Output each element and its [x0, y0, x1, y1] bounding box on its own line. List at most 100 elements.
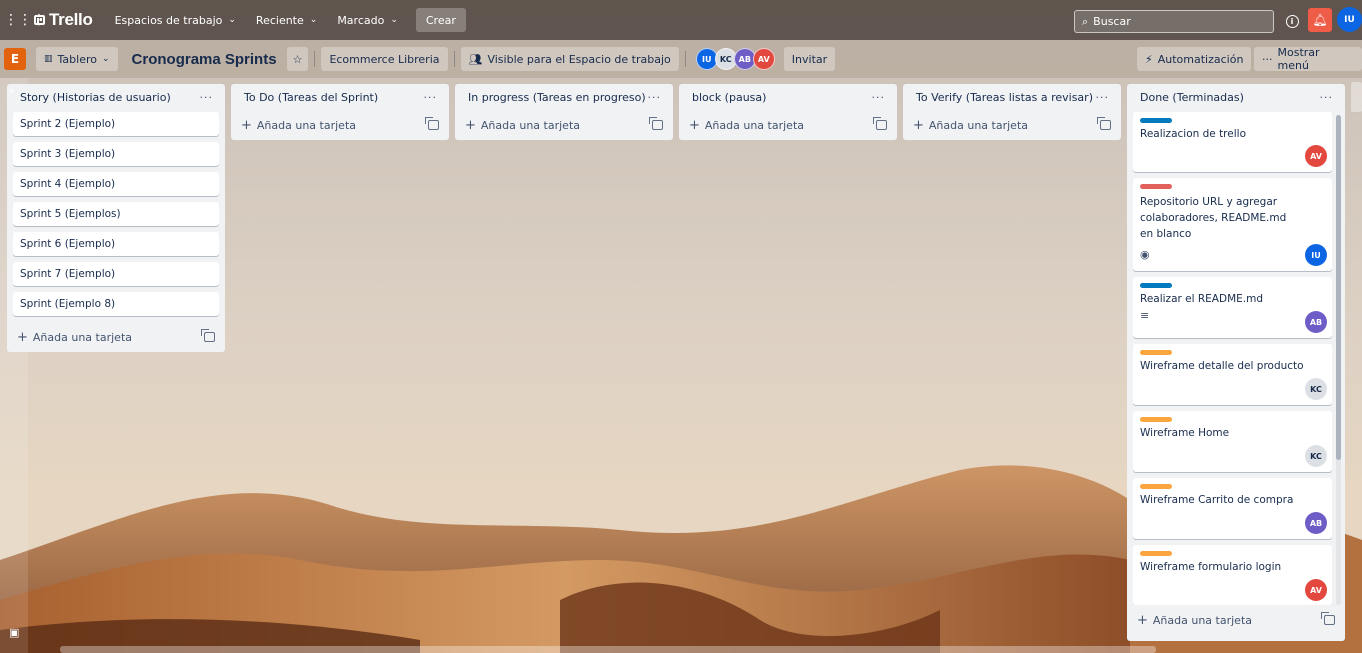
card-member-avatar[interactable]: KC	[1305, 445, 1327, 467]
list-menu-icon[interactable]: ···	[648, 91, 662, 104]
board-title[interactable]: Cronograma Sprints	[132, 51, 277, 68]
view-switcher-button[interactable]: ▥ Tablero ⌄	[36, 47, 118, 71]
card[interactable]: Sprint 6 (Ejemplo)	[13, 232, 219, 256]
card-member-avatar[interactable]: AB	[1305, 512, 1327, 534]
eye-icon: ◉	[1140, 248, 1150, 261]
card[interactable]: Sprint 3 (Ejemplo)	[13, 142, 219, 166]
top-navigation: ⋮⋮⋮ Trello Espacios de trabajo ⌄ Recient…	[0, 0, 1362, 40]
card-label	[1140, 551, 1172, 556]
card[interactable]: Wireframe formulario login AV	[1133, 545, 1332, 605]
people-icon: 👥︎	[468, 52, 483, 66]
card[interactable]: Wireframe Home KC	[1133, 411, 1332, 472]
expand-sidebar-icon[interactable]: »	[8, 84, 15, 97]
card-title: Wireframe detalle del producto	[1140, 360, 1304, 372]
card-title: Sprint 5 (Ejemplos)	[20, 208, 121, 220]
card-member-avatar[interactable]: AV	[1305, 579, 1327, 601]
template-card-icon[interactable]	[201, 329, 215, 342]
card[interactable]: Sprint 2 (Ejemplo)	[13, 112, 219, 136]
chevron-down-icon: ⌄	[228, 15, 236, 25]
show-menu-button[interactable]: ··· Mostrar menú	[1254, 46, 1362, 72]
chevron-down-icon: ⌄	[309, 15, 318, 25]
card[interactable]: Sprint 4 (Ejemplo)	[13, 172, 219, 196]
card[interactable]: Sprint (Ejemplo 8)	[13, 292, 219, 316]
template-card-icon[interactable]	[1321, 612, 1335, 625]
trello-logo-text: Trello	[49, 10, 93, 29]
list-scrollbar-thumb[interactable]	[1336, 115, 1341, 460]
list-header[interactable]: Done (Terminadas) ···	[1127, 84, 1345, 110]
list-menu-icon[interactable]: ···	[200, 91, 214, 104]
board-scroll-handle[interactable]	[1351, 82, 1362, 112]
card-title: Realizacion de trello	[1140, 128, 1246, 140]
list-title[interactable]: In progress (Tareas en progreso)	[468, 91, 646, 104]
chevron-down-icon: ⌄	[101, 54, 110, 64]
visibility-button[interactable]: 👥︎ Visible para el Espacio de trabajo	[460, 47, 679, 71]
star-button[interactable]: ☆	[286, 47, 309, 71]
member-avatar[interactable]: AV	[752, 48, 775, 70]
nav-starred-button[interactable]: Marcado ⌄	[329, 6, 406, 34]
trello-logo[interactable]: Trello	[34, 10, 93, 30]
automation-button[interactable]: ⚡︎ Automatización	[1137, 47, 1252, 71]
list-menu-icon[interactable]: ···	[1096, 91, 1110, 104]
card-member-avatar[interactable]: AV	[1305, 145, 1327, 167]
list-title[interactable]: To Do (Tareas del Sprint)	[244, 91, 378, 104]
template-card-icon[interactable]	[649, 117, 663, 130]
template-card-icon[interactable]	[1097, 117, 1111, 130]
list-menu-icon[interactable]: ···	[1320, 91, 1334, 104]
card[interactable]: Realizar el README.md ≡ AB	[1133, 277, 1332, 338]
template-card-icon[interactable]	[425, 117, 439, 130]
list-header[interactable]: In progress (Tareas en progreso) ···	[455, 84, 673, 110]
list-menu-icon[interactable]: ···	[424, 91, 438, 104]
info-button[interactable]: i	[1282, 10, 1302, 32]
card-title: Sprint 6 (Ejemplo)	[20, 238, 116, 250]
list-header[interactable]: To Verify (Tareas listas a revisar) ···	[903, 84, 1121, 110]
list-header[interactable]: block (pausa) ···	[679, 84, 897, 110]
card-member-avatar[interactable]: IU	[1305, 244, 1327, 266]
add-card-button[interactable]: + Añada una tarjeta	[1127, 605, 1345, 635]
card-container: Realizacion de trello AV Repositorio URL…	[1127, 110, 1345, 605]
board-horizontal-scrollbar[interactable]	[60, 646, 1156, 653]
card[interactable]: Wireframe Carrito de compra AB	[1133, 478, 1332, 539]
add-card-button[interactable]: + Añada una tarjeta	[903, 110, 1121, 140]
list-header[interactable]: Story (Historias de usuario) ···	[7, 84, 225, 110]
card[interactable]: Wireframe detalle del producto KC	[1133, 344, 1332, 405]
template-card-icon[interactable]	[873, 117, 887, 130]
add-card-button[interactable]: + Añada una tarjeta	[231, 110, 449, 140]
board-members: IU KC AB AV	[695, 48, 775, 70]
app-switcher-icon[interactable]: ⋮⋮⋮	[4, 12, 46, 28]
list-header[interactable]: To Do (Tareas del Sprint) ···	[231, 84, 449, 110]
nav-recent-label: Reciente	[255, 13, 304, 27]
card[interactable]: Repositorio URL y agregar colaboradores,…	[1133, 178, 1332, 271]
add-card-button[interactable]: + Añada una tarjeta	[7, 322, 225, 352]
list-title[interactable]: block (pausa)	[692, 91, 766, 104]
list-title[interactable]: To Verify (Tareas listas a revisar)	[916, 91, 1093, 104]
card-member-avatar[interactable]: AB	[1305, 311, 1327, 333]
card-title: Sprint 4 (Ejemplo)	[20, 178, 116, 190]
workspace-badge[interactable]: E	[4, 48, 26, 70]
notifications-button[interactable]: 🔔︎	[1308, 8, 1332, 32]
list-in-progress: In progress (Tareas en progreso) ··· + Añ…	[455, 84, 673, 140]
card[interactable]: Realizacion de trello AV	[1133, 112, 1332, 172]
user-avatar[interactable]: IU	[1337, 7, 1362, 32]
more-icon: ···	[1262, 52, 1273, 66]
card[interactable]: Sprint 5 (Ejemplos)	[13, 202, 219, 226]
search-placeholder: Buscar	[1093, 15, 1131, 28]
board-header: E ▥ Tablero ⌄ Cronograma Sprints ☆ Ecomm…	[0, 40, 1362, 78]
plus-icon: +	[17, 329, 28, 345]
plus-icon: +	[465, 117, 476, 133]
workspace-button[interactable]: Ecommerce Libreria	[321, 47, 448, 71]
add-card-button[interactable]: + Añada una tarjeta	[455, 110, 673, 140]
nav-workspaces-button[interactable]: Espacios de trabajo ⌄	[107, 6, 244, 34]
list-title[interactable]: Story (Historias de usuario)	[20, 91, 171, 104]
template-icon[interactable]: ▣	[9, 626, 19, 639]
add-card-button[interactable]: + Añada una tarjeta	[679, 110, 897, 140]
invite-button[interactable]: Invitar	[783, 47, 836, 71]
list-title[interactable]: Done (Terminadas)	[1140, 91, 1244, 104]
card-title: Sprint 3 (Ejemplo)	[20, 148, 116, 160]
card[interactable]: Sprint 7 (Ejemplo)	[13, 262, 219, 286]
nav-recent-button[interactable]: Reciente ⌄	[248, 6, 325, 34]
search-input[interactable]: ⌕ Buscar	[1074, 10, 1274, 33]
card-member-avatar[interactable]: KC	[1305, 378, 1327, 400]
create-button[interactable]: Crear	[415, 8, 466, 32]
card-label	[1140, 484, 1172, 489]
list-menu-icon[interactable]: ···	[872, 91, 886, 104]
